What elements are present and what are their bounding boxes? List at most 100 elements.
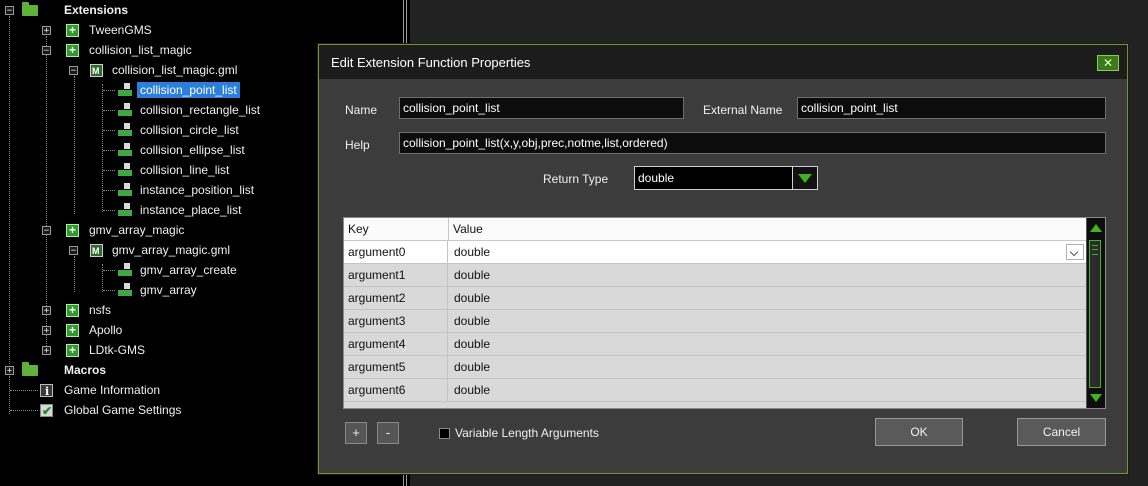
cancel-button[interactable]: Cancel — [1017, 418, 1106, 446]
grid-cell-key: argument6 — [344, 379, 448, 401]
dialog-title-bar[interactable]: Edit Extension Function Properties ✕ — [319, 45, 1127, 79]
collapse-icon[interactable]: − — [69, 246, 78, 256]
scrollbar-thumb[interactable] — [1089, 240, 1101, 388]
scroll-up-arrow-icon[interactable] — [1090, 224, 1102, 232]
collapse-icon[interactable]: − — [5, 6, 14, 16]
extension-icon — [66, 40, 79, 60]
grid-cell-value[interactable]: double — [448, 310, 1088, 332]
tree-label: Apollo — [89, 323, 123, 337]
grip-icon — [1092, 245, 1098, 255]
arguments-grid[interactable]: Key Value argument0 double argument1 dou… — [343, 217, 1106, 409]
grid-row[interactable]: argument4 double — [344, 333, 1088, 356]
tree-label: nsfs — [89, 303, 112, 317]
tree-label: gmv_array_magic.gml — [112, 243, 231, 257]
tree-label: collision_line_list — [140, 163, 230, 177]
edit-extension-function-dialog: Edit Extension Function Properties ✕ Nam… — [318, 44, 1128, 474]
help-field[interactable]: collision_point_list(x,y,obj,prec,notme,… — [399, 132, 1106, 154]
grid-cell-key: argument0 — [344, 241, 448, 263]
ok-button[interactable]: OK — [875, 418, 963, 446]
grid-cell-key: argument3 — [344, 310, 448, 332]
grid-cell-value[interactable]: double — [448, 264, 1088, 286]
extension-icon — [66, 300, 79, 320]
grid-cell-value[interactable]: double — [448, 379, 1088, 401]
return-type-label: Return Type — [543, 172, 609, 186]
tree-label: collision_ellipse_list — [140, 143, 245, 157]
grid-cell-key: argument4 — [344, 333, 448, 355]
grid-row[interactable]: argument0 double — [344, 241, 1088, 264]
tree-label: collision_list_magic.gml — [112, 63, 238, 77]
tree-guide-line — [74, 76, 75, 214]
grid-cell-value[interactable]: double — [448, 241, 1088, 263]
function-icon — [116, 183, 134, 197]
tree-label: gmv_array_create — [140, 263, 237, 277]
tree-label: instance_position_list — [140, 183, 255, 197]
return-type-select[interactable]: double — [634, 166, 818, 190]
tree-label: Macros — [64, 363, 107, 377]
tree-label: Game Information — [64, 383, 161, 397]
function-icon — [116, 103, 134, 117]
expand-icon[interactable]: + — [42, 26, 51, 36]
name-label: Name — [345, 103, 378, 117]
function-icon — [116, 203, 134, 217]
grid-row[interactable]: argument5 double — [344, 356, 1088, 379]
tree-guide-line — [9, 376, 10, 414]
grid-cell-value[interactable]: double — [448, 333, 1088, 355]
grid-row[interactable]: argument2 double — [344, 287, 1088, 310]
tree-guide-line — [102, 84, 103, 212]
function-icon — [116, 263, 134, 277]
folder-open-icon — [22, 2, 38, 16]
grid-cell-key: argument5 — [344, 356, 448, 378]
help-label: Help — [345, 138, 370, 152]
name-field[interactable]: collision_point_list — [399, 97, 684, 119]
grid-cell-value[interactable]: double — [448, 356, 1088, 378]
variable-length-args-label: Variable Length Arguments — [455, 426, 599, 440]
expand-icon[interactable]: + — [5, 366, 14, 376]
grid-cell-key: argument2 — [344, 287, 448, 309]
tree-label-selected: collision_point_list — [137, 82, 240, 98]
tree-label: gmv_array — [140, 283, 197, 297]
grid-row[interactable]: argument1 double — [344, 264, 1088, 287]
grid-header: Key Value — [344, 218, 1088, 241]
scroll-down-arrow-icon[interactable] — [1090, 394, 1102, 402]
extension-icon — [66, 220, 79, 240]
collapse-icon[interactable]: − — [42, 226, 51, 236]
grid-row[interactable]: argument3 double — [344, 310, 1088, 333]
close-button[interactable]: ✕ — [1097, 55, 1119, 71]
tree-label: collision_list_magic — [89, 43, 192, 57]
tree-label: instance_place_list — [140, 203, 242, 217]
external-name-label: External Name — [703, 103, 783, 117]
tree-label: Extensions — [64, 3, 129, 17]
tree-label: gmv_array_magic — [89, 223, 185, 237]
grid-scrollbar[interactable] — [1086, 218, 1105, 408]
collapse-icon[interactable]: − — [69, 66, 78, 76]
folder-icon — [22, 362, 38, 376]
grid-cell-value[interactable]: double — [448, 287, 1088, 309]
dialog-title: Edit Extension Function Properties — [331, 55, 531, 70]
dropdown-arrow-icon[interactable] — [793, 167, 817, 189]
function-icon — [116, 123, 134, 137]
extension-icon — [66, 340, 79, 360]
grid-header-key: Key — [348, 222, 369, 236]
add-argument-button[interactable]: + — [345, 422, 367, 444]
expand-icon[interactable]: + — [42, 326, 51, 336]
return-type-value: double — [635, 167, 793, 189]
function-icon — [116, 283, 134, 297]
tree-label: collision_circle_list — [140, 123, 239, 137]
extension-icon — [66, 20, 79, 40]
tree-label: LDtk-GMS — [89, 343, 146, 357]
chevron-down-icon[interactable] — [1066, 244, 1084, 260]
grid-row[interactable]: argument6 double — [344, 379, 1088, 402]
expand-icon[interactable]: + — [42, 346, 51, 356]
tree-label: Global Game Settings — [64, 403, 182, 417]
grid-cell-key: argument1 — [344, 264, 448, 286]
external-name-field[interactable]: collision_point_list — [797, 97, 1106, 119]
remove-argument-button[interactable]: - — [377, 422, 399, 444]
tree-guide-line — [102, 264, 103, 292]
tree-guide-line — [9, 16, 10, 364]
variable-length-args-checkbox[interactable] — [439, 428, 450, 439]
collapse-icon[interactable]: − — [42, 46, 51, 56]
tree-guide-line — [46, 36, 47, 352]
expand-icon[interactable]: + — [42, 306, 51, 316]
settings-check-icon — [40, 401, 53, 421]
tree-label: TweenGMS — [89, 23, 152, 37]
